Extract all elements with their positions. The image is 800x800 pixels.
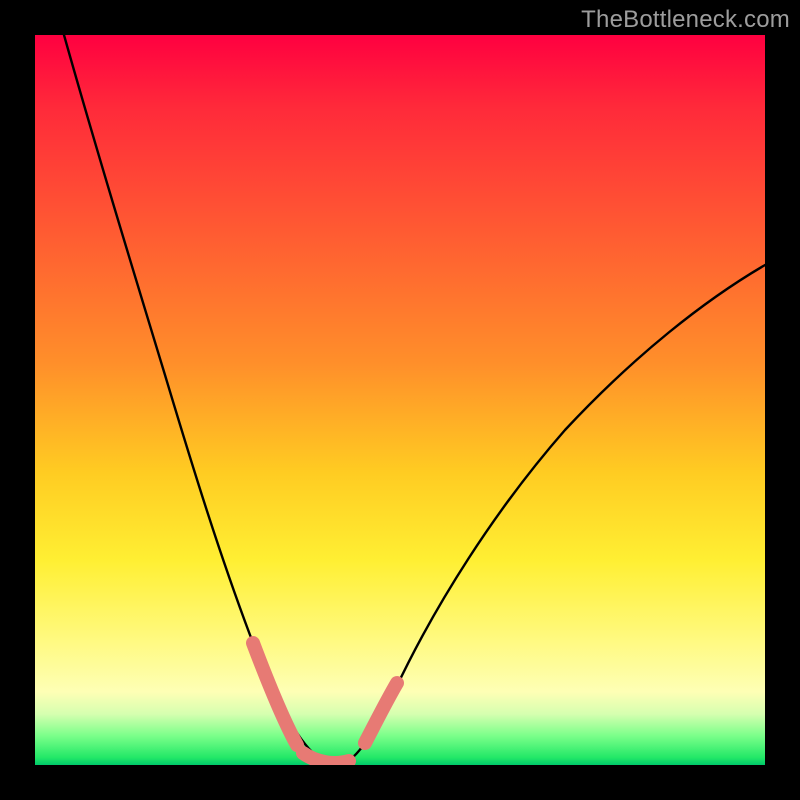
chart-frame: TheBottleneck.com [0,0,800,800]
bottleneck-curve [35,35,765,765]
watermark-text: TheBottleneck.com [581,6,790,34]
highlight-left [253,643,297,745]
curve-path [64,35,765,764]
highlight-right [365,683,397,743]
plot-area [35,35,765,765]
highlight-bottom [303,753,349,763]
